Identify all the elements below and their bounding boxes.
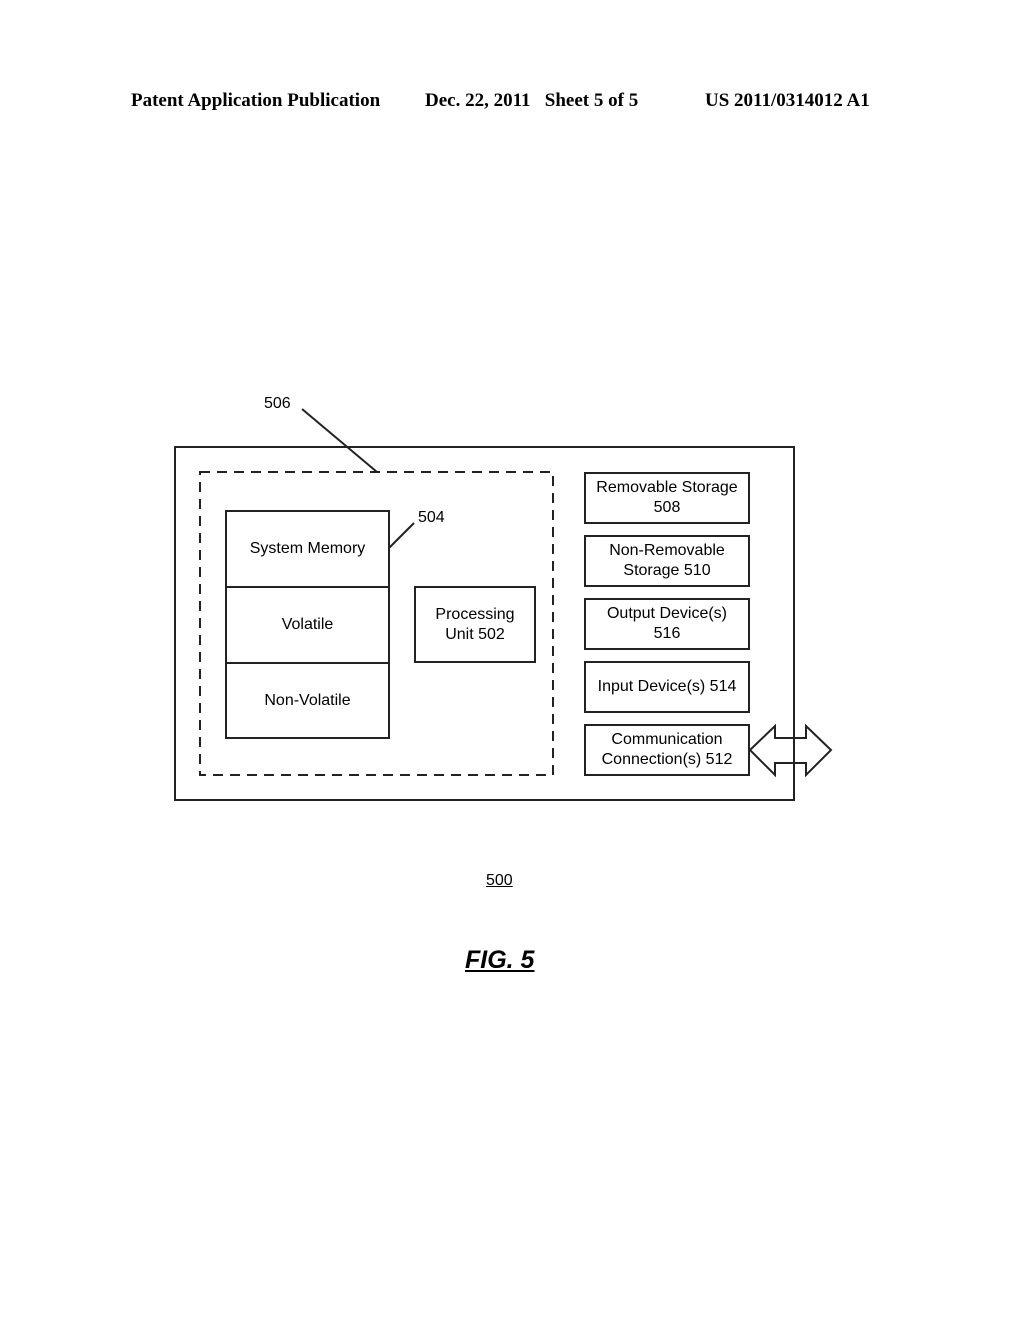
leader-line-506 (301, 408, 378, 473)
processing-unit-label: Processing Unit 502 (435, 605, 515, 643)
removable-storage-box: Removable Storage 508 (584, 472, 750, 524)
output-devices-label: Output Device(s) 516 (606, 605, 728, 642)
system-memory-box: System Memory (225, 510, 390, 588)
output-devices-box: Output Device(s) 516 (584, 598, 750, 650)
system-memory-label: System Memory (249, 540, 366, 557)
leader-line-504 (388, 522, 415, 549)
input-devices-box: Input Device(s) 514 (584, 661, 750, 713)
non-removable-storage-box: Non-Removable Storage 510 (584, 535, 750, 587)
ref-label-500: 500 (486, 872, 513, 889)
communication-connections-box: Communication Connection(s) 512 (584, 724, 750, 776)
double-arrow-icon (748, 723, 833, 778)
volatile-memory-box: Volatile (225, 586, 390, 664)
input-devices-label: Input Device(s) 514 (597, 678, 737, 695)
non-removable-storage-label: Non-Removable Storage 510 (609, 542, 725, 579)
ref-label-506: 506 (264, 395, 291, 412)
non-volatile-memory-box: Non-Volatile (225, 662, 390, 739)
processing-unit-box: Processing Unit 502 (414, 586, 536, 663)
volatile-label: Volatile (281, 616, 334, 633)
communication-connections-label: Communication Connection(s) 512 (601, 731, 733, 768)
figure-label: FIG. 5 (465, 946, 535, 974)
non-volatile-label: Non-Volatile (264, 691, 351, 709)
ref-label-504: 504 (418, 509, 445, 526)
removable-storage-label: Removable Storage 508 (596, 479, 738, 516)
